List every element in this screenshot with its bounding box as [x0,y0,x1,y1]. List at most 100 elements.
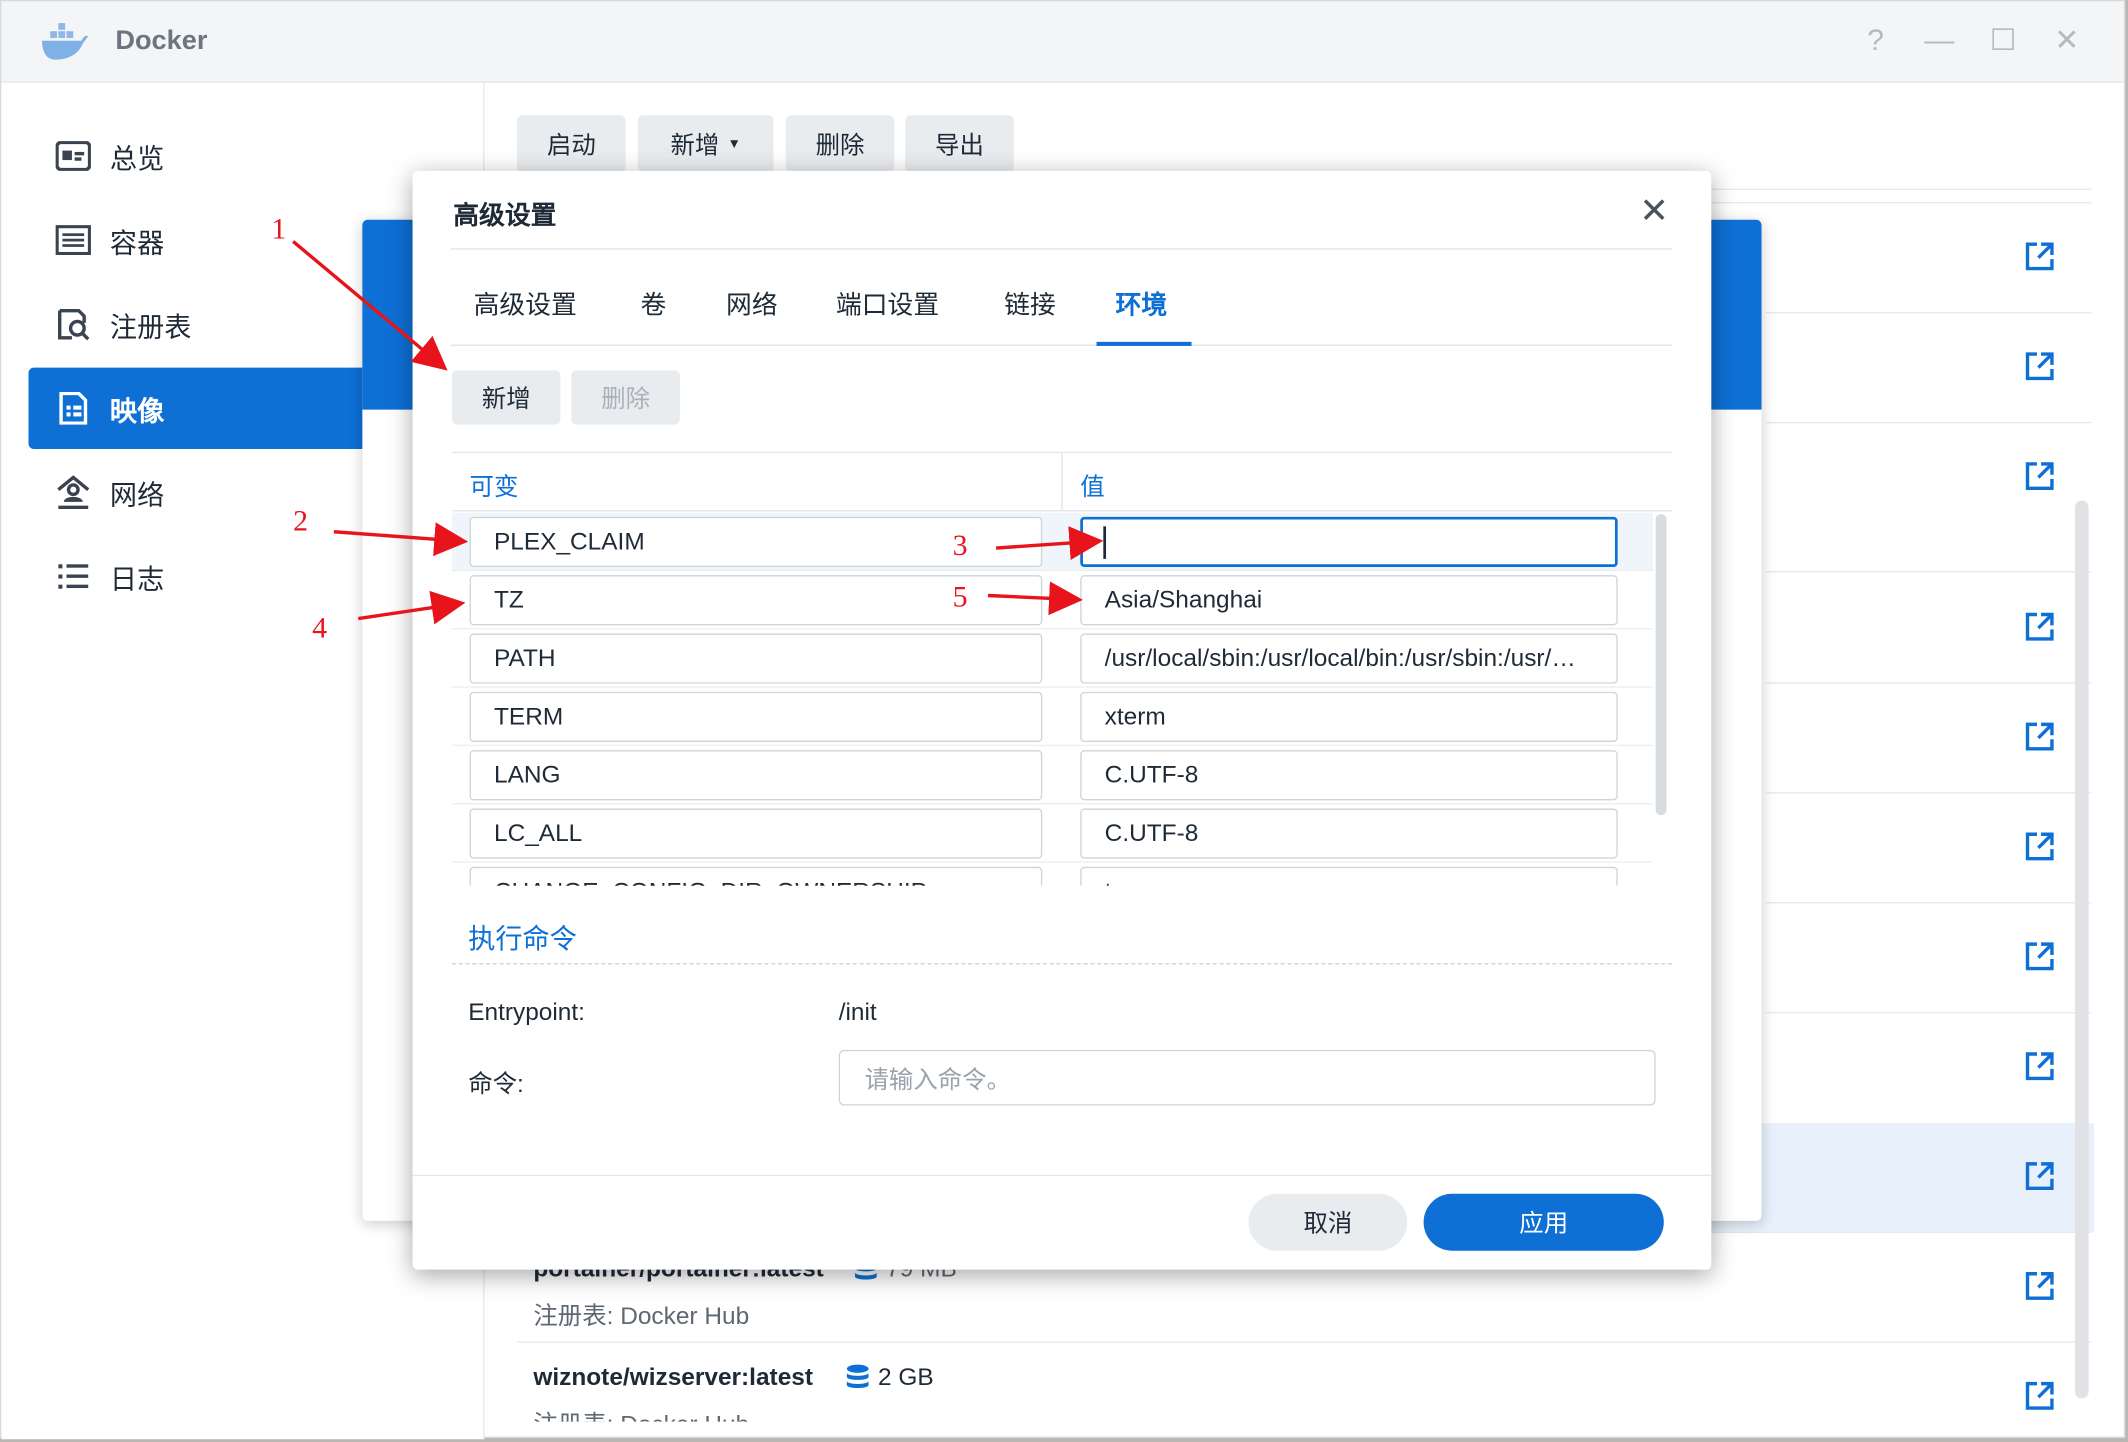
column-header-value: 值 [1080,473,1105,501]
image-registry: 注册表: Docker Hub [533,1405,749,1422]
close-window-icon[interactable]: ✕ [2049,23,2084,58]
external-link-icon[interactable] [2023,1270,2056,1303]
sidebar-item-label: 映像 [109,396,165,427]
tab-volume[interactable]: 卷 [641,285,667,322]
sidebar-item-label: 容器 [109,228,165,259]
window-title: Docker [115,25,208,56]
command-input[interactable]: 请输入命令。 [838,1049,1656,1106]
env-key-field[interactable]: LANG [469,750,1043,801]
entrypoint-label: Entrypoint: [468,998,585,1026]
table-row[interactable]: LANG C.UTF-8 [451,746,1653,805]
log-icon [56,559,91,594]
sidebar-item-network[interactable]: 网络 [28,452,365,533]
env-value-field[interactable]: C.UTF-8 [1080,808,1618,859]
divider [1765,902,2092,904]
annotation-label-1: 1 [271,211,287,246]
external-link-icon[interactable] [2023,350,2056,383]
sidebar-item-log[interactable]: 日志 [28,536,365,617]
add-label: 新增 [670,131,720,159]
overview-icon [55,138,91,173]
entrypoint-value: /init [838,998,877,1026]
sidebar-item-image[interactable]: 映像 [28,367,366,450]
env-key-field[interactable]: LC_ALL [469,808,1043,859]
cancel-button[interactable]: 取消 [1248,1193,1408,1251]
delete-env-button[interactable]: 删除 [571,370,680,425]
divider [1765,311,2092,314]
sidebar-item-container[interactable]: 容器 [28,199,365,280]
tab-advanced-settings[interactable]: 高级设置 [474,285,577,322]
external-link-icon[interactable] [2023,1050,2056,1083]
table-row[interactable]: LC_ALL C.UTF-8 [451,804,1653,863]
env-value-text: /usr/local/sbin:/usr/local/bin:/usr/sbin… [1104,644,1580,672]
env-table-scrollbar[interactable] [1655,514,1667,816]
sidebar-item-label: 注册表 [109,312,192,343]
env-key-field[interactable]: TERM [469,691,1043,743]
external-link-icon[interactable] [2023,240,2056,273]
external-link-icon[interactable] [2023,720,2056,753]
container-icon [55,222,91,257]
external-link-icon[interactable] [2023,1160,2056,1193]
env-value-field[interactable]: /usr/local/sbin:/usr/local/bin:/usr/sbin… [1080,633,1618,684]
image-name: wiznote/wizserver:latest [533,1363,814,1391]
external-link-icon[interactable] [2023,1380,2056,1413]
external-link-icon[interactable] [2023,460,2056,493]
sidebar-item-label: 日志 [109,564,165,595]
env-key-field[interactable]: CHANGE_CONFIG_DIR_OWNERSHIP [469,866,1043,886]
annotation-label-3: 3 [952,527,968,562]
external-link-icon[interactable] [2023,940,2056,973]
apply-button[interactable]: 应用 [1423,1193,1664,1251]
tab-links[interactable]: 链接 [1004,285,1056,322]
title-bar: Docker ? — ☐ ✕ [1,1,2124,83]
env-value-field[interactable] [1080,516,1618,568]
external-link-icon[interactable] [2023,830,2056,863]
exec-command-title: 执行命令 [468,925,577,955]
divider [1765,571,2092,573]
column-separator [1061,453,1063,512]
advanced-settings-dialog: 高级设置 ✕ 高级设置 卷 网络 端口设置 链接 环境 新增 删除 可变 值 P… [412,170,1712,1270]
env-value-field[interactable]: C.UTF-8 [1080,750,1618,801]
add-dropdown-button[interactable]: 新增 ▼ [637,115,774,173]
close-icon[interactable]: ✕ [1639,190,1669,232]
table-row[interactable]: CHANGE_CONFIG_DIR_OWNERSHIP true [452,863,1653,886]
tab-environment[interactable]: 环境 [1116,285,1168,322]
list-scrollbar[interactable] [2075,500,2089,1399]
table-row[interactable]: TERM xterm [451,688,1653,747]
dialog-title: 高级设置 [453,202,557,231]
database-icon [846,1364,869,1389]
help-icon[interactable]: ? [1858,23,1893,58]
env-value-field[interactable]: xterm [1080,691,1618,743]
env-key-field[interactable]: PATH [469,633,1043,684]
text-caret [1103,525,1107,559]
env-table: 可变 值 PLEX_CLAIM TZ Asia/Shanghai PATH /u… [451,451,1672,886]
start-button[interactable]: 启动 [517,115,626,173]
docker-whale-icon [42,23,89,60]
table-row[interactable]: PATH /usr/local/sbin:/usr/local/bin:/usr… [451,629,1653,688]
tab-port-settings[interactable]: 端口设置 [836,285,939,322]
sidebar-item-label: 总览 [109,144,165,175]
table-row[interactable]: TZ Asia/Shanghai [451,571,1653,630]
divider [1765,682,2092,684]
sidebar-item-label: 网络 [109,480,165,511]
export-button[interactable]: 导出 [905,115,1014,173]
network-icon [56,475,91,510]
external-link-icon[interactable] [2023,610,2056,643]
minimize-icon[interactable]: — [1922,23,1957,58]
divider [1765,792,2092,794]
column-header-variable: 可变 [469,473,519,501]
add-env-button[interactable]: 新增 [451,370,561,425]
tab-network[interactable]: 网络 [726,285,778,322]
delete-button[interactable]: 删除 [785,115,895,173]
divider [517,1341,2092,1343]
sidebar-item-registry[interactable]: 注册表 [28,284,365,365]
image-size: 2 GB [878,1363,934,1391]
env-value-field[interactable]: true [1080,866,1618,886]
image-registry: 注册表: Docker Hub [533,1302,750,1330]
chevron-down-icon: ▼ [727,136,741,152]
divider [450,344,1672,346]
maximize-icon[interactable]: ☐ [1985,23,2020,58]
table-row[interactable]: PLEX_CLAIM [451,512,1653,572]
sidebar-item-overview[interactable]: 总览 [28,115,365,196]
env-value-field[interactable]: Asia/Shanghai [1080,575,1618,626]
active-tab-indicator [1096,341,1192,346]
command-label: 命令: [468,1070,524,1098]
